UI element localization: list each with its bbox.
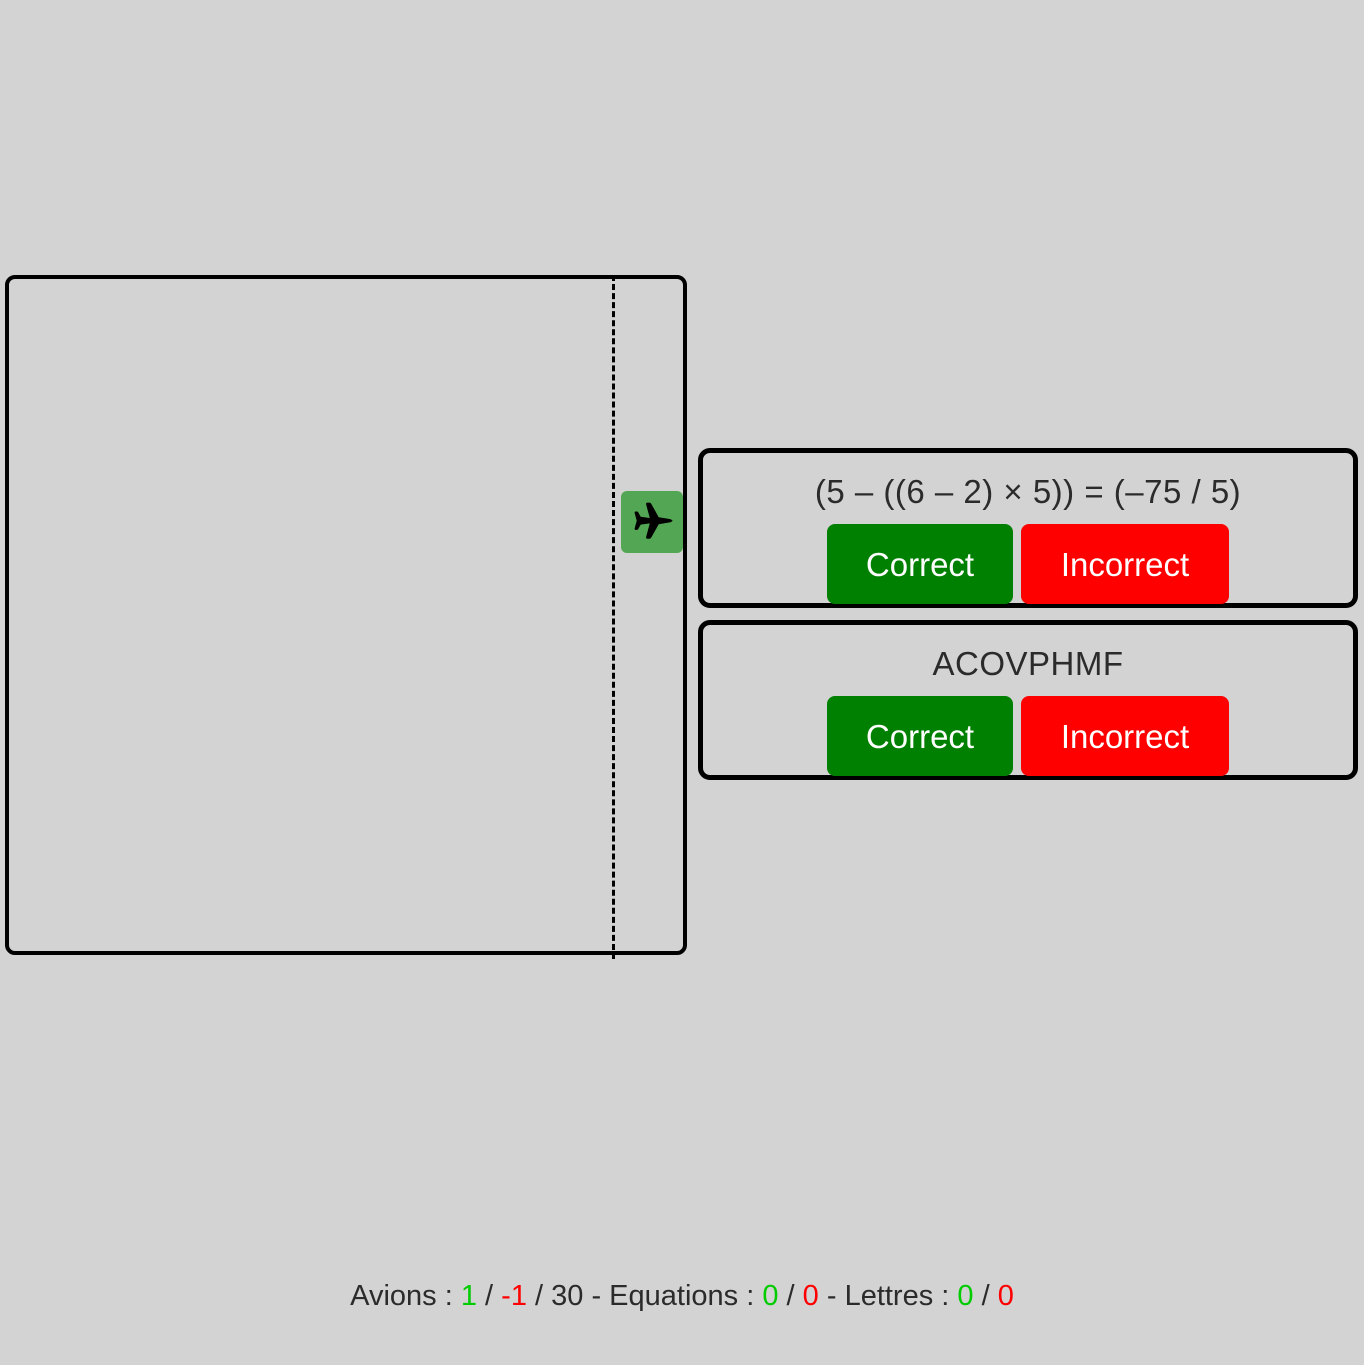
equation-prompt: (5 – ((6 – 2) × 5)) = (–75 / 5): [814, 473, 1242, 510]
plane-sprite[interactable]: [621, 491, 683, 553]
letters-correct-button[interactable]: Correct: [827, 696, 1013, 776]
status-separator: /: [973, 1280, 998, 1312]
score-status-bar: Avions : 1 / -1 / 30 - Equations : 0 / 0…: [0, 1280, 1364, 1313]
letters-label: Lettres :: [844, 1280, 958, 1312]
equation-incorrect-button[interactable]: Incorrect: [1021, 524, 1229, 604]
equations-label: Equations :: [609, 1280, 763, 1312]
letters-answer-row: Correct Incorrect: [827, 696, 1229, 776]
status-separator: /: [476, 1280, 502, 1312]
equation-answer-row: Correct Incorrect: [827, 524, 1229, 604]
status-separator: /: [526, 1280, 552, 1312]
equations-correct-value: 0: [762, 1280, 779, 1312]
letters-correct-value: 0: [957, 1280, 974, 1312]
letters-wrong-value: 0: [997, 1280, 1014, 1312]
game-area[interactable]: [5, 275, 687, 955]
runway-center-dashed-line: [612, 275, 615, 959]
planes-label: Avions :: [350, 1280, 461, 1312]
letters-prompt: ACOVPHMF: [932, 645, 1124, 682]
planes-total-value: 30: [551, 1280, 584, 1312]
letters-incorrect-button[interactable]: Incorrect: [1021, 696, 1229, 776]
equation-correct-button[interactable]: Correct: [827, 524, 1013, 604]
status-separator: /: [778, 1280, 803, 1312]
airplane-icon: [626, 496, 678, 548]
planes-hits-value: 1: [460, 1280, 477, 1312]
equation-task-panel: (5 – ((6 – 2) × 5)) = (–75 / 5) Correct …: [698, 448, 1358, 608]
letters-task-panel: ACOVPHMF Correct Incorrect: [698, 620, 1358, 780]
planes-misses-value: -1: [501, 1280, 527, 1312]
status-separator: -: [583, 1280, 610, 1312]
equations-wrong-value: 0: [802, 1280, 819, 1312]
status-separator: -: [818, 1280, 845, 1312]
